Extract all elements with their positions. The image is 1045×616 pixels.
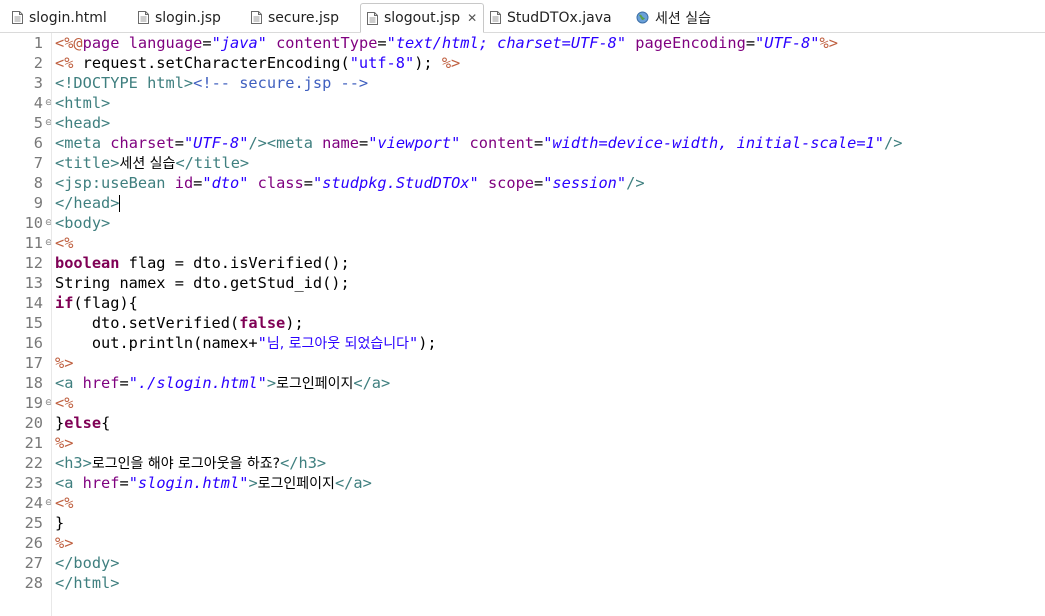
code-line-17: %> [55,354,74,372]
tab-label: slogin.jsp [155,9,221,26]
line-number: 16 [24,334,43,352]
code-editor[interactable]: 1 2 3 4 5 6 7 8 9 10 11 12 13 14 15 16 1… [0,33,1045,616]
line-number: 26 [24,534,43,552]
line-number: 15 [24,314,43,332]
line-number: 19 [24,394,43,412]
file-icon [138,11,149,24]
annotation-ruler [0,33,9,616]
line-number: 2 [33,54,43,72]
tab-label: slogin.html [29,9,107,26]
globe-icon [636,11,649,24]
code-line-5: <head> [55,114,111,132]
line-number: 12 [24,254,43,272]
code-line-4: <html> [55,94,111,112]
line-number: 10 [24,214,43,232]
code-line-6: <meta charset="UTF-8"/><meta name="viewp… [55,134,903,152]
line-number: 27 [24,554,43,572]
code-line-28: </html> [55,574,120,592]
code-area[interactable]: <%@page language="java" contentType="tex… [51,33,1045,616]
code-line-10: <body> [55,214,111,232]
code-line-19: <% [55,394,74,412]
line-number: 8 [33,174,43,192]
tab-studdtox-java[interactable]: StudDTOx.java [490,3,612,32]
line-number: 7 [33,154,43,172]
line-number-gutter: 1 2 3 4 5 6 7 8 9 10 11 12 13 14 15 16 1… [9,33,53,616]
code-line-8: <jsp:useBean id="dto" class="studpkg.Stu… [55,174,645,192]
line-number: 3 [33,74,43,92]
code-line-21: %> [55,434,74,452]
code-line-13: String namex = dto.getStud_id(); [55,274,350,292]
close-icon[interactable]: ✕ [466,11,478,25]
tab-label: secure.jsp [268,9,340,26]
code-line-24: <% [55,494,74,512]
editor-tab-bar: slogin.html slogin.jsp secure.jsp slogou… [0,0,1045,33]
tab-session-practice[interactable]: 세션 실습 [636,3,711,32]
code-line-12: boolean flag = dto.isVerified(); [55,254,350,272]
code-line-2: <% request.setCharacterEncoding("utf-8")… [55,54,461,72]
file-icon [12,11,23,24]
code-line-16: out.println(namex+"님, 로그아웃 되었습니다"); [55,334,437,352]
line-number: 1 [33,34,43,52]
line-number: 18 [24,374,43,392]
line-number: 11 [24,234,43,252]
code-line-9: </head> [55,194,121,212]
code-line-25: } [55,514,65,532]
text-cursor [119,195,121,212]
line-number: 4 [33,94,43,112]
tab-slogin-html[interactable]: slogin.html [12,3,107,32]
code-line-26: %> [55,534,74,552]
java-file-icon [490,11,501,24]
line-number: 9 [33,194,43,212]
tab-label: slogout.jsp [384,10,461,26]
code-line-18: <a href="./slogin.html">로그인페이지</a> [55,374,391,392]
code-line-3: <!DOCTYPE html><!-- secure.jsp --> [55,74,369,92]
line-number: 13 [24,274,43,292]
code-line-23: <a href="slogin.html">로그인페이지</a> [55,474,372,492]
line-number: 25 [24,514,43,532]
line-number: 17 [24,354,43,372]
code-line-14: if(flag){ [55,294,138,312]
tab-label: 세션 실습 [655,10,711,27]
tab-label: StudDTOx.java [507,9,612,26]
tab-slogin-jsp[interactable]: slogin.jsp [138,3,221,32]
tab-secure-jsp[interactable]: secure.jsp [251,3,339,32]
line-number: 6 [33,134,43,152]
code-line-15: dto.setVerified(false); [55,314,304,332]
line-number: 14 [24,294,43,312]
code-line-7: <title>세션 실습</title> [55,154,250,172]
tab-slogout-jsp[interactable]: slogout.jsp ✕ [360,3,484,33]
line-number: 21 [24,434,43,452]
line-number: 20 [24,414,43,432]
code-line-22: <h3>로그인을 해야 로그아웃을 하죠?</h3> [55,454,327,472]
line-number: 5 [33,114,43,132]
file-icon [251,11,262,24]
line-number: 23 [24,474,43,492]
code-line-20: }else{ [55,414,111,432]
code-line-27: </body> [55,554,120,572]
code-line-1: <%@page language="java" contentType="tex… [55,34,838,52]
file-icon [367,11,378,25]
line-number: 24 [24,494,43,512]
code-line-11: <% [55,234,74,252]
line-number: 28 [24,574,43,592]
line-number: 22 [24,454,43,472]
